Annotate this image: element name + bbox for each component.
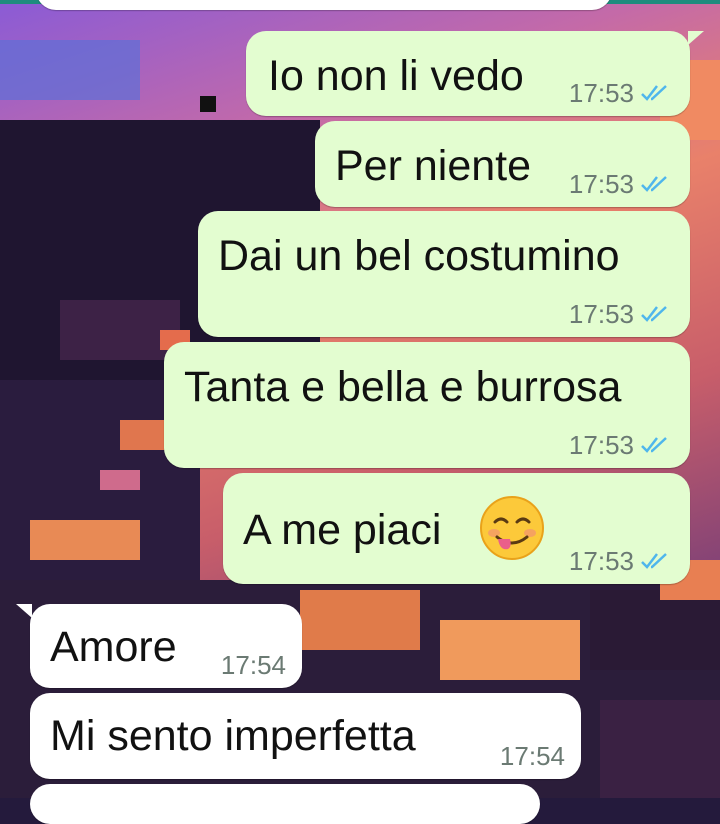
double-check-read-icon: [641, 85, 667, 101]
bubble-tail: [16, 604, 32, 618]
double-check-read-icon: [641, 176, 667, 192]
message-meta: 17:53: [569, 171, 670, 197]
smiling-face-tongue-emoji: [480, 496, 544, 560]
message-meta: 17:54: [500, 743, 565, 769]
incoming-message[interactable]: Amore 17:54: [30, 604, 302, 688]
message-meta: 17:53: [569, 301, 670, 327]
message-text: Per niente: [335, 142, 532, 190]
outgoing-message[interactable]: A me piaci 17:53: [223, 473, 690, 584]
double-check-read-icon: [641, 306, 667, 322]
message-text: A me piaci: [243, 506, 442, 554]
message-time: 17:53: [568, 299, 634, 329]
message-bubble-partial[interactable]: [30, 784, 540, 824]
message-time: 17:54: [220, 650, 286, 680]
outgoing-message[interactable]: Dai un bel costumino 17:53: [198, 211, 690, 337]
message-text: Dai un bel costumino: [218, 232, 620, 280]
message-text: Mi sento imperfetta: [50, 712, 416, 760]
message-text: Tanta e bella e burrosa: [184, 363, 622, 411]
message-time: 17:53: [568, 78, 634, 108]
message-time: 17:53: [568, 169, 634, 199]
message-time: 17:54: [499, 741, 565, 771]
message-meta: 17:53: [569, 432, 670, 458]
message-bubble-partial[interactable]: [36, 0, 612, 10]
outgoing-message[interactable]: Io non li vedo 17:53: [246, 31, 690, 116]
message-meta: 17:53: [569, 80, 670, 106]
double-check-read-icon: [641, 553, 667, 569]
message-text: Amore: [50, 623, 177, 671]
message-time: 17:53: [568, 430, 634, 460]
bubble-tail: [688, 31, 704, 45]
outgoing-message[interactable]: Per niente 17:53: [315, 121, 690, 207]
incoming-message[interactable]: Mi sento imperfetta 17:54: [30, 693, 581, 779]
outgoing-message[interactable]: Tanta e bella e burrosa 17:53: [164, 342, 690, 468]
message-meta: 17:53: [569, 548, 670, 574]
double-check-read-icon: [641, 437, 667, 453]
message-meta: 17:54: [221, 652, 286, 678]
message-time: 17:53: [568, 546, 634, 576]
message-text: Io non li vedo: [268, 52, 524, 100]
